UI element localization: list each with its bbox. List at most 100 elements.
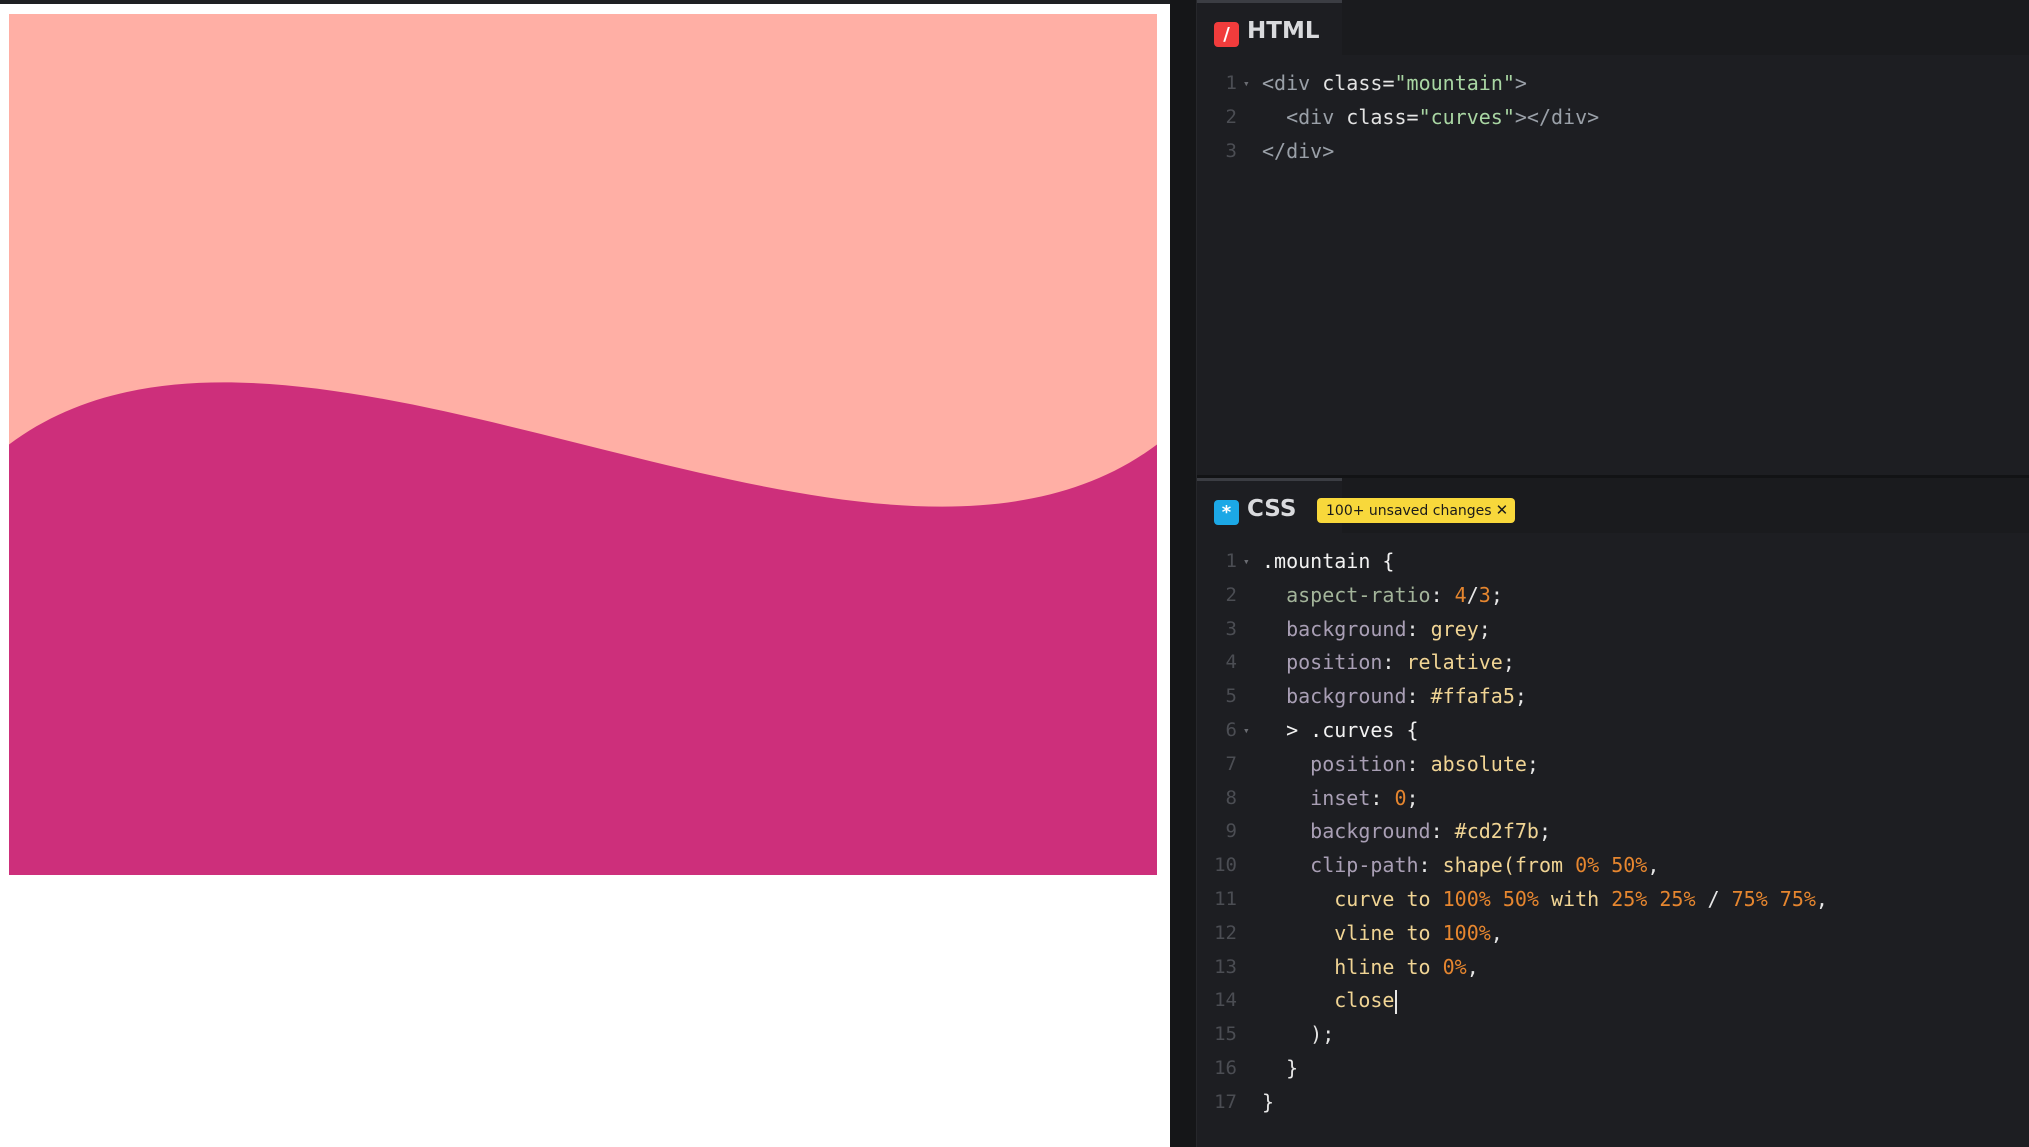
code-line[interactable]: 6 ▾ > .curves { <box>1197 714 2029 748</box>
code-text: background: #ffafa5; <box>1262 680 1527 714</box>
code-token: 0 <box>1394 785 1407 810</box>
code-text: ); <box>1262 1018 1334 1052</box>
code-token: ; <box>1526 751 1539 776</box>
code-line[interactable]: 1 ▾ .mountain { <box>1197 545 2029 579</box>
code-text: background: grey; <box>1262 613 1491 647</box>
close-icon[interactable]: ✕ <box>1496 498 1509 523</box>
code-line[interactable]: 12 vline to 100%, <box>1197 917 2029 951</box>
code-token: shape(from <box>1442 853 1576 878</box>
code-token: ></div> <box>1514 104 1600 129</box>
code-line[interactable]: 16 } <box>1197 1052 2029 1086</box>
code-token: hline to <box>1262 954 1443 979</box>
code-token: ; <box>1538 819 1552 844</box>
code-text: inset: 0; <box>1262 782 1418 816</box>
code-token: ; <box>1502 650 1515 675</box>
code-token: <div <box>1262 71 1323 95</box>
css-tab-label: CSS <box>1247 496 1297 522</box>
line-number: 2 <box>1225 583 1237 606</box>
line-number: 3 <box>1225 139 1237 162</box>
code-token: 0% <box>1442 954 1467 979</box>
code-line[interactable]: 14 close <box>1197 984 2029 1018</box>
code-token: , <box>1647 853 1660 878</box>
code-line[interactable]: 17} <box>1197 1086 2029 1120</box>
pane-resizer[interactable] <box>1170 0 1197 1147</box>
tab-html[interactable]: / HTML <box>1197 0 1342 55</box>
code-text: background: #cd2f7b; <box>1262 815 1551 849</box>
code-token: , <box>1490 920 1503 945</box>
code-token: 25% 25% <box>1611 886 1696 911</box>
code-text: <div class="curves"></div> <box>1262 101 1599 135</box>
code-text: } <box>1262 1052 1298 1086</box>
text-cursor <box>1395 989 1398 1014</box>
code-text: curve to 100% 50% with 25% 25% / 75% 75%… <box>1262 883 1828 917</box>
tab-css[interactable]: * CSS 100+ unsaved changes ✕ <box>1197 478 1516 533</box>
mountain-preview <box>9 14 1157 875</box>
code-token: absolute <box>1430 751 1527 776</box>
code-line[interactable]: 7 position: absolute; <box>1197 748 2029 782</box>
code-token: </div> <box>1262 138 1335 163</box>
code-token: = <box>1406 104 1419 129</box>
code-line[interactable]: 9 background: #cd2f7b; <box>1197 815 2029 849</box>
code-token: 100% <box>1442 920 1491 945</box>
code-token: vline to <box>1262 920 1443 945</box>
code-text: close <box>1262 984 1398 1018</box>
line-number: 12 <box>1214 921 1237 944</box>
code-token: 3 <box>1478 582 1491 607</box>
code-token: > <box>1514 71 1527 95</box>
code-token: , <box>1815 886 1828 911</box>
unsaved-changes-badge[interactable]: 100+ unsaved changes ✕ <box>1317 498 1516 523</box>
code-text: position: relative; <box>1262 646 1515 680</box>
code-token: #cd2f7b <box>1454 819 1539 844</box>
code-text: clip-path: shape(from 0% 50%, <box>1262 849 1659 883</box>
code-token: with <box>1538 886 1612 911</box>
code-text: vline to 100%, <box>1262 917 1503 951</box>
line-number: 13 <box>1214 955 1237 978</box>
code-line[interactable]: 1 ▾ <div class="mountain"> <box>1197 67 2029 101</box>
code-line[interactable]: 11 curve to 100% 50% with 25% 25% / 75% … <box>1197 883 2029 917</box>
code-token: ); <box>1262 1022 1335 1047</box>
line-number: 14 <box>1214 989 1237 1012</box>
line-number: 1 <box>1225 72 1237 94</box>
code-token: ; <box>1514 684 1527 709</box>
code-token: curve to <box>1262 886 1443 911</box>
css-code-editor[interactable]: 1 ▾ .mountain {2 aspect-ratio: 4/3; 3 backg… <box>1197 545 2029 1120</box>
code-text: hline to 0%, <box>1262 951 1479 985</box>
line-number: 5 <box>1225 685 1237 708</box>
code-token: : <box>1406 751 1431 776</box>
css-asterisk-icon: * <box>1214 500 1239 525</box>
code-line[interactable]: 8 inset: 0; <box>1197 782 2029 816</box>
code-token: : <box>1406 684 1431 709</box>
code-line[interactable]: 15 ); <box>1197 1018 2029 1052</box>
line-number: 6 <box>1225 718 1237 741</box>
code-token: } <box>1262 1055 1299 1080</box>
code-line[interactable]: 5 background: #ffafa5; <box>1197 680 2029 714</box>
fold-arrow-icon[interactable]: ▾ <box>1243 714 1250 748</box>
code-line[interactable]: 2 <div class="curves"></div> <box>1197 101 2029 135</box>
code-token: <div <box>1262 104 1347 129</box>
line-number: 2 <box>1225 105 1237 128</box>
line-number: 15 <box>1214 1023 1237 1046</box>
code-token: , <box>1466 954 1479 979</box>
html-code-editor[interactable]: 1 ▾ <div class="mountain"> 2 <div class="cu… <box>1197 67 2029 168</box>
code-line[interactable]: 4 position: relative; <box>1197 646 2029 680</box>
code-token: 0% 50% <box>1575 853 1648 878</box>
code-line[interactable]: 3 </div> <box>1197 135 2029 169</box>
fold-arrow-icon[interactable]: ▾ <box>1243 67 1250 101</box>
code-text: position: absolute; <box>1262 748 1539 782</box>
code-token: grey <box>1430 616 1479 641</box>
code-line[interactable]: 10 clip-path: shape(from 0% 50%, <box>1197 849 2029 883</box>
code-token: class <box>1322 71 1383 95</box>
code-line[interactable]: 13 hline to 0%, <box>1197 951 2029 985</box>
code-line[interactable]: 3 background: grey; <box>1197 613 2029 647</box>
code-line[interactable]: 2 aspect-ratio: 4/3; <box>1197 579 2029 613</box>
line-number: 7 <box>1225 752 1237 775</box>
line-number: 8 <box>1225 786 1237 809</box>
code-token: : <box>1418 853 1443 878</box>
code-token: background <box>1262 684 1407 709</box>
line-number: 1 <box>1225 550 1237 572</box>
code-token: ; <box>1490 582 1503 607</box>
code-token: relative <box>1406 650 1503 675</box>
code-token: 100% 50% <box>1442 886 1539 911</box>
fold-arrow-icon[interactable]: ▾ <box>1243 545 1250 579</box>
code-token: clip-path <box>1262 853 1419 878</box>
